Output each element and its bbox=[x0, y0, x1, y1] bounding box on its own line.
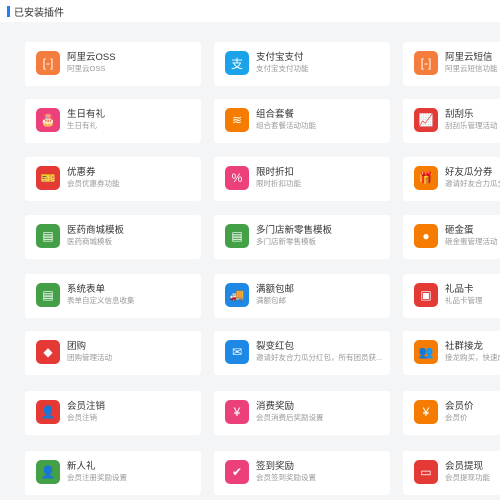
layers-icon: ≋ bbox=[225, 108, 249, 132]
money-bag-icon: ¥ bbox=[225, 400, 249, 424]
document-icon: ▤ bbox=[36, 283, 60, 307]
price-icon: ¥ bbox=[414, 400, 438, 424]
plugin-card[interactable]: [-] 阿里云短信 阿里云短信功能 bbox=[403, 42, 500, 86]
plugin-name: 签到奖励 bbox=[256, 461, 295, 472]
plugin-name: 多门店新零售模板 bbox=[256, 225, 333, 236]
plugin-card[interactable]: % 限时折扣 限时折扣功能 bbox=[214, 157, 390, 201]
plugin-name: 优惠券 bbox=[67, 167, 96, 178]
plugin-card[interactable]: ▤ 系统表单 表单自定义信息收集 bbox=[25, 274, 201, 318]
plugin-card[interactable]: 🚚 满额包邮 满额包邮 bbox=[214, 274, 390, 318]
alipay-icon: 支 bbox=[225, 51, 249, 75]
user-remove-icon: 👤 bbox=[36, 400, 60, 424]
plugin-name: 新人礼 bbox=[67, 461, 96, 472]
plugin-name: 生日有礼 bbox=[67, 109, 106, 120]
plugin-card[interactable]: ¥ 会员价 会员价 bbox=[403, 391, 500, 435]
plugin-card[interactable]: 🎫 优惠券 会员优惠券功能 bbox=[25, 157, 201, 201]
plugin-name: 会员提现 bbox=[445, 461, 484, 472]
plugin-desc: 表单自定义信息收集 bbox=[67, 296, 135, 305]
plugin-card[interactable]: ▣ 礼品卡 礼品卡管理 bbox=[403, 274, 500, 318]
bracket-icon: [-] bbox=[414, 51, 438, 75]
plugin-desc: 会员优惠券功能 bbox=[67, 179, 120, 188]
plugin-desc: 医药商城模板 bbox=[67, 237, 112, 246]
gift-bag-icon: 🎁 bbox=[414, 166, 438, 190]
plugin-card[interactable]: ✉ 裂变红包 邀请好友合力瓜分红包，所有团员获... bbox=[214, 331, 390, 375]
plugin-card[interactable]: ▤ 多门店新零售模板 多门店新零售模板 bbox=[214, 215, 390, 259]
plugin-card[interactable]: ◆ 团购 团购管理活动 bbox=[25, 331, 201, 375]
red-packet-icon: ✉ bbox=[225, 340, 249, 364]
plugin-card[interactable]: 🎂 生日有礼 生日有礼 bbox=[25, 99, 201, 143]
plugin-desc: 组合套餐活动功能 bbox=[256, 121, 316, 130]
plugin-name: 消费奖励 bbox=[256, 401, 295, 412]
plugin-name: 礼品卡 bbox=[445, 284, 474, 295]
plugin-name: 阿里云OSS bbox=[67, 52, 116, 63]
plugin-name: 支付宝支付 bbox=[256, 52, 304, 63]
plugin-card[interactable]: 🎁 好友瓜分券邀请好友合力瓜分券 bbox=[403, 157, 500, 201]
plugin-card[interactable]: 👥 社群接龙接龙购买，快速成团 bbox=[403, 331, 500, 375]
chart-icon: 📈 bbox=[414, 108, 438, 132]
plugin-desc: 支付宝支付功能 bbox=[256, 64, 309, 73]
gift-card-icon: ▣ bbox=[414, 283, 438, 307]
document-icon: ▤ bbox=[225, 224, 249, 248]
wallet-icon: ▭ bbox=[414, 460, 438, 484]
plugin-name: 会员注销 bbox=[67, 401, 106, 412]
plugin-desc: 会员注销 bbox=[67, 413, 97, 422]
plugin-desc: 邀请好友合力瓜分红包，所有团员获... bbox=[256, 353, 383, 362]
plugin-desc: 会员消费后奖励设置 bbox=[256, 413, 324, 422]
plugin-card[interactable]: ▭ 会员提现 会员提现功能 bbox=[403, 451, 500, 495]
plugin-desc: 会员注册奖励设置 bbox=[67, 473, 127, 482]
truck-icon: 🚚 bbox=[225, 283, 249, 307]
plugin-name: 满额包邮 bbox=[256, 284, 295, 295]
plugin-name: 会员价 bbox=[445, 401, 474, 412]
calendar-check-icon: ✔ bbox=[225, 460, 249, 484]
plugin-desc: 团购管理活动 bbox=[67, 353, 112, 362]
plugin-desc: 会员价 bbox=[445, 413, 468, 422]
plugin-desc: 砸金蛋管理活动 bbox=[445, 237, 498, 246]
plugin-card[interactable]: 📈 刮刮乐 刮刮乐管理活动 bbox=[403, 99, 500, 143]
plugin-name: 裂变红包 bbox=[256, 341, 295, 352]
document-icon: ▤ bbox=[36, 224, 60, 248]
egg-icon: ● bbox=[414, 224, 438, 248]
plugin-name: 医药商城模板 bbox=[67, 225, 125, 236]
plugin-card[interactable]: 支支付宝支付 支付宝支付功能 bbox=[214, 42, 390, 86]
plugin-card[interactable]: ● 砸金蛋 砸金蛋管理活动 bbox=[403, 215, 500, 259]
plugin-desc: 阿里云OSS bbox=[67, 64, 106, 73]
plugin-desc: 刮刮乐管理活动 bbox=[445, 121, 498, 130]
coupon-icon: 🎫 bbox=[36, 166, 60, 190]
plugin-name: 限时折扣 bbox=[256, 167, 295, 178]
plugin-card[interactable]: [-] 阿里云OSS 阿里云OSS bbox=[25, 42, 201, 86]
bracket-icon: [-] bbox=[36, 51, 60, 75]
plugin-desc: 生日有礼 bbox=[67, 121, 97, 130]
plugin-card[interactable]: ¥ 消费奖励 会员消费后奖励设置 bbox=[214, 391, 390, 435]
plugin-name: 刮刮乐 bbox=[445, 109, 474, 120]
plugin-card[interactable]: ≋ 组合套餐 组合套餐活动功能 bbox=[214, 99, 390, 143]
user-gift-icon: 👤 bbox=[36, 460, 60, 484]
plugin-name: 社群接龙 bbox=[445, 341, 484, 352]
tag-icon: ◆ bbox=[36, 340, 60, 364]
plugin-name: 砸金蛋 bbox=[445, 225, 474, 236]
plugin-desc: 满额包邮 bbox=[256, 296, 286, 305]
plugin-name: 阿里云短信 bbox=[445, 52, 493, 63]
plugin-desc: 阿里云短信功能 bbox=[445, 64, 498, 73]
plugin-name: 组合套餐 bbox=[256, 109, 295, 120]
plugin-desc: 多门店新零售模板 bbox=[256, 237, 316, 246]
plugin-name: 好友瓜分券 bbox=[445, 167, 493, 178]
plugin-desc: 会员提现功能 bbox=[445, 473, 490, 482]
plugin-desc: 会员签到奖励设置 bbox=[256, 473, 316, 482]
cake-icon: 🎂 bbox=[36, 108, 60, 132]
plugin-name: 系统表单 bbox=[67, 284, 106, 295]
plugin-name: 团购 bbox=[67, 341, 87, 352]
group-icon: 👥 bbox=[414, 340, 438, 364]
plugin-grid: [-] 阿里云OSS 阿里云OSS 支支付宝支付 支付宝支付功能 [-] 阿里云短信 阿里云短… bbox=[0, 0, 500, 500]
percent-icon: % bbox=[225, 166, 249, 190]
plugin-desc: 限时折扣功能 bbox=[256, 179, 301, 188]
plugin-desc: 接龙购买，快速成团 bbox=[445, 353, 500, 362]
plugin-card[interactable]: 👤 新人礼 会员注册奖励设置 bbox=[25, 451, 201, 495]
plugin-desc: 邀请好友合力瓜分券 bbox=[445, 179, 500, 188]
plugin-card[interactable]: 👤 会员注销 会员注销 bbox=[25, 391, 201, 435]
plugin-desc: 礼品卡管理 bbox=[445, 296, 483, 305]
plugin-card[interactable]: ▤ 医药商城模板 医药商城模板 bbox=[25, 215, 201, 259]
plugin-card[interactable]: ✔ 签到奖励 会员签到奖励设置 bbox=[214, 451, 390, 495]
